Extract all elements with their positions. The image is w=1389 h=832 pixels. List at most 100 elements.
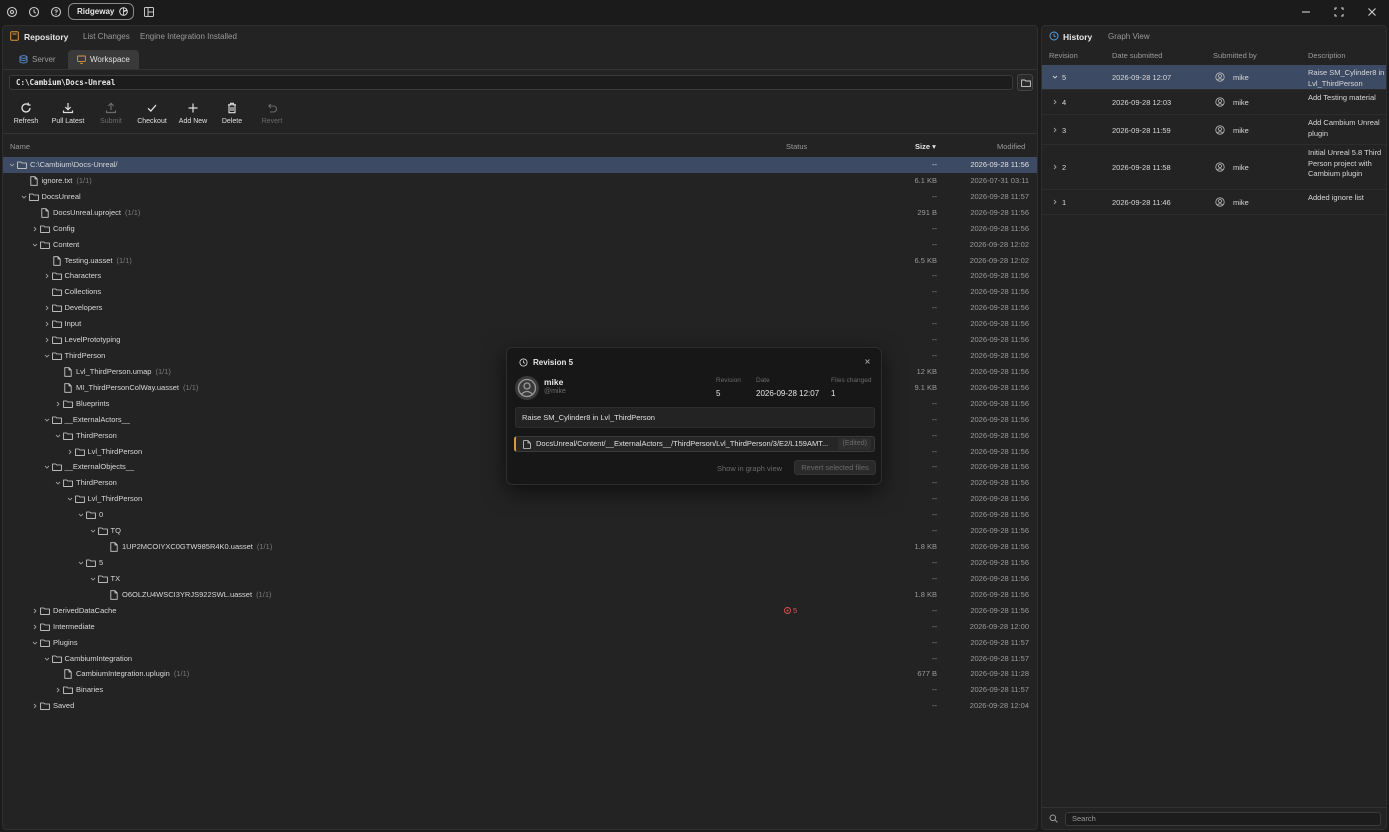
chevron-down-icon[interactable] bbox=[78, 560, 84, 566]
repository-title[interactable]: Repository bbox=[24, 32, 68, 42]
chevron-down-icon[interactable] bbox=[32, 242, 38, 248]
chevron-right-icon[interactable] bbox=[1052, 99, 1058, 105]
chevron-right-icon[interactable] bbox=[1052, 199, 1058, 205]
tree-folder-row[interactable]: TQ -- 2026-09-28 11:56 bbox=[3, 523, 1037, 539]
history-row[interactable]: 5 2026-09-28 12:07 mike Raise SM_Cylinder8 … bbox=[1042, 65, 1386, 90]
tree-folder-row[interactable]: CambiumIntegration -- 2026-09-28 11:57 bbox=[3, 651, 1037, 667]
pull-latest-button[interactable]: Pull Latest bbox=[49, 102, 87, 125]
browse-folder-button[interactable] bbox=[1017, 74, 1033, 91]
tree-file-row[interactable]: ignore.txt (1/1) 6.1 KB 2026-07-31 03:11 bbox=[3, 173, 1037, 189]
tree-folder-row[interactable]: Input -- 2026-09-28 11:56 bbox=[3, 316, 1037, 332]
tree-folder-row[interactable]: Content -- 2026-09-28 12:02 bbox=[3, 237, 1037, 253]
col-date-submitted[interactable]: Date submitted bbox=[1112, 51, 1162, 60]
tree-folder-row[interactable]: Saved -- 2026-09-28 12:04 bbox=[3, 698, 1037, 714]
tree-file-row[interactable]: Testing.uasset (1/1) 6.5 KB 2026-09-28 12:0… bbox=[3, 253, 1037, 269]
history-row[interactable]: 2 2026-09-28 11:58 mike Initial Unreal 5.8 … bbox=[1042, 145, 1386, 190]
submit-button[interactable]: Submit bbox=[96, 102, 126, 125]
tree-item-name: Lvl_ThirdPerson bbox=[87, 494, 143, 504]
checkout-button[interactable]: Checkout bbox=[135, 102, 169, 125]
tree-file-row[interactable]: CambiumIntegration.uplugin (1/1) 677 B 2026… bbox=[3, 666, 1037, 682]
tree-folder-row[interactable]: Plugins -- 2026-09-28 11:57 bbox=[3, 635, 1037, 651]
chevron-right-icon[interactable] bbox=[55, 687, 61, 693]
tree-folder-row[interactable]: DocsUnreal -- 2026-09-28 11:57 bbox=[3, 189, 1037, 205]
chevron-down-icon[interactable] bbox=[44, 656, 50, 662]
col-size[interactable]: Size ▾ bbox=[915, 142, 936, 151]
tree-folder-row[interactable]: Binaries -- 2026-09-28 11:57 bbox=[3, 682, 1037, 698]
chevron-down-icon[interactable] bbox=[44, 353, 50, 359]
tree-folder-row[interactable]: TX -- 2026-09-28 11:56 bbox=[3, 571, 1037, 587]
history-search-input[interactable]: Search bbox=[1065, 812, 1381, 826]
tab-list-changes[interactable]: List Changes bbox=[83, 32, 130, 41]
tree-folder-row[interactable]: 5 -- 2026-09-28 11:56 bbox=[3, 555, 1037, 571]
history-clock-icon[interactable] bbox=[28, 6, 40, 18]
chevron-down-icon[interactable] bbox=[32, 640, 38, 646]
revert-selected-files-button[interactable]: Revert selected files bbox=[794, 460, 876, 475]
col-submitted-by[interactable]: Submitted by bbox=[1213, 51, 1257, 60]
changed-file-item[interactable]: DocsUnreal/Content/__ExternalActors__/Th… bbox=[514, 436, 875, 452]
tree-file-row[interactable]: DocsUnreal.uproject (1/1) 291 B 2026-09-28 … bbox=[3, 205, 1037, 221]
layout-panels-icon[interactable] bbox=[143, 6, 155, 18]
tree-folder-row[interactable]: Lvl_ThirdPerson -- 2026-09-28 11:56 bbox=[3, 491, 1037, 507]
col-status[interactable]: Status bbox=[786, 142, 807, 151]
tab-workspace[interactable]: Workspace bbox=[68, 50, 139, 69]
show-in-graph-link[interactable]: Show in graph view bbox=[717, 464, 782, 473]
chevron-right-icon[interactable] bbox=[32, 226, 38, 232]
history-row[interactable]: 3 2026-09-28 11:59 mike Add Cambium Unreal … bbox=[1042, 115, 1386, 145]
tree-file-row[interactable]: O6OLZU4WSCI3YRJS922SWL.uasset (1/1) 1.8 KB… bbox=[3, 587, 1037, 603]
col-description[interactable]: Description bbox=[1308, 51, 1346, 60]
tree-folder-row[interactable]: Intermediate -- 2026-09-28 12:00 bbox=[3, 619, 1037, 635]
chevron-right-icon[interactable] bbox=[44, 273, 50, 279]
history-title[interactable]: History bbox=[1063, 32, 1092, 42]
chevron-right-icon[interactable] bbox=[44, 305, 50, 311]
chevron-down-icon[interactable] bbox=[21, 194, 27, 200]
revert-button[interactable]: Revert bbox=[258, 102, 286, 125]
close-icon[interactable] bbox=[863, 357, 872, 366]
chevron-down-icon[interactable] bbox=[67, 496, 73, 502]
chevron-right-icon[interactable] bbox=[32, 608, 38, 614]
tab-server[interactable]: Server bbox=[10, 50, 64, 69]
chevron-right-icon[interactable] bbox=[44, 337, 50, 343]
tree-folder-row[interactable]: Developers -- 2026-09-28 11:56 bbox=[3, 300, 1037, 316]
chevron-down-icon[interactable] bbox=[9, 162, 15, 168]
col-name[interactable]: Name bbox=[10, 142, 30, 151]
settings-icon[interactable] bbox=[6, 6, 18, 18]
tree-item-name: O6OLZU4WSCI3YRJS922SWL.uasset bbox=[122, 589, 253, 599]
tree-folder-row[interactable]: DerivedDataCache 5 -- 2026-09-28 11:56 bbox=[3, 603, 1037, 619]
chevron-down-icon[interactable] bbox=[78, 512, 84, 518]
add-new-button[interactable]: Add New bbox=[175, 102, 211, 125]
tree-folder-row[interactable]: Config -- 2026-09-28 11:56 bbox=[3, 221, 1037, 237]
help-icon[interactable] bbox=[50, 6, 62, 18]
chevron-right-icon[interactable] bbox=[55, 401, 61, 407]
chevron-right-icon[interactable] bbox=[32, 624, 38, 630]
chevron-down-icon[interactable] bbox=[44, 464, 50, 470]
tree-folder-row[interactable]: Characters -- 2026-09-28 11:56 bbox=[3, 268, 1037, 284]
history-row[interactable]: 1 2026-09-28 11:46 mike Added ignore list bbox=[1042, 190, 1386, 215]
tree-folder-row[interactable]: Collections -- 2026-09-28 11:56 bbox=[3, 284, 1037, 300]
maximize-icon[interactable] bbox=[1332, 5, 1346, 19]
tree-file-row[interactable]: 1UP2MCOIYXC0GTW985R4K0.uasset (1/1) 1.8 KB… bbox=[3, 539, 1037, 555]
chevron-right-icon[interactable] bbox=[44, 321, 50, 327]
chevron-down-icon[interactable] bbox=[55, 480, 61, 486]
chevron-down-icon[interactable] bbox=[55, 433, 61, 439]
chevron-down-icon[interactable] bbox=[1052, 74, 1058, 80]
close-window-icon[interactable] bbox=[1365, 5, 1379, 19]
chevron-right-icon[interactable] bbox=[1052, 164, 1058, 170]
refresh-button[interactable]: Refresh bbox=[11, 102, 41, 125]
chevron-right-icon[interactable] bbox=[32, 703, 38, 709]
history-row[interactable]: 4 2026-09-28 12:03 mike Add Testing materia… bbox=[1042, 90, 1386, 115]
workspace-path-field[interactable]: C:\Cambium\Docs-Unreal bbox=[9, 75, 1013, 90]
col-revision[interactable]: Revision bbox=[1049, 51, 1078, 60]
delete-button[interactable]: Delete bbox=[218, 102, 246, 125]
tree-folder-row[interactable]: 0 -- 2026-09-28 11:56 bbox=[3, 507, 1037, 523]
col-modified[interactable]: Modified bbox=[997, 142, 1025, 151]
chevron-right-icon[interactable] bbox=[1052, 127, 1058, 133]
chevron-down-icon[interactable] bbox=[90, 576, 96, 582]
minimize-icon[interactable] bbox=[1299, 5, 1313, 19]
chevron-down-icon[interactable] bbox=[44, 417, 50, 423]
tab-graph-view[interactable]: Graph View bbox=[1108, 32, 1150, 41]
tree-folder-row[interactable]: LevelPrototyping -- 2026-09-28 11:56 bbox=[3, 332, 1037, 348]
chevron-down-icon[interactable] bbox=[90, 528, 96, 534]
chevron-right-icon[interactable] bbox=[67, 449, 73, 455]
project-selector[interactable]: Ridgeway bbox=[68, 3, 134, 20]
tree-folder-row[interactable]: C:\Cambium\Docs-Unreal/ -- 2026-09-28 11:5… bbox=[3, 157, 1037, 173]
